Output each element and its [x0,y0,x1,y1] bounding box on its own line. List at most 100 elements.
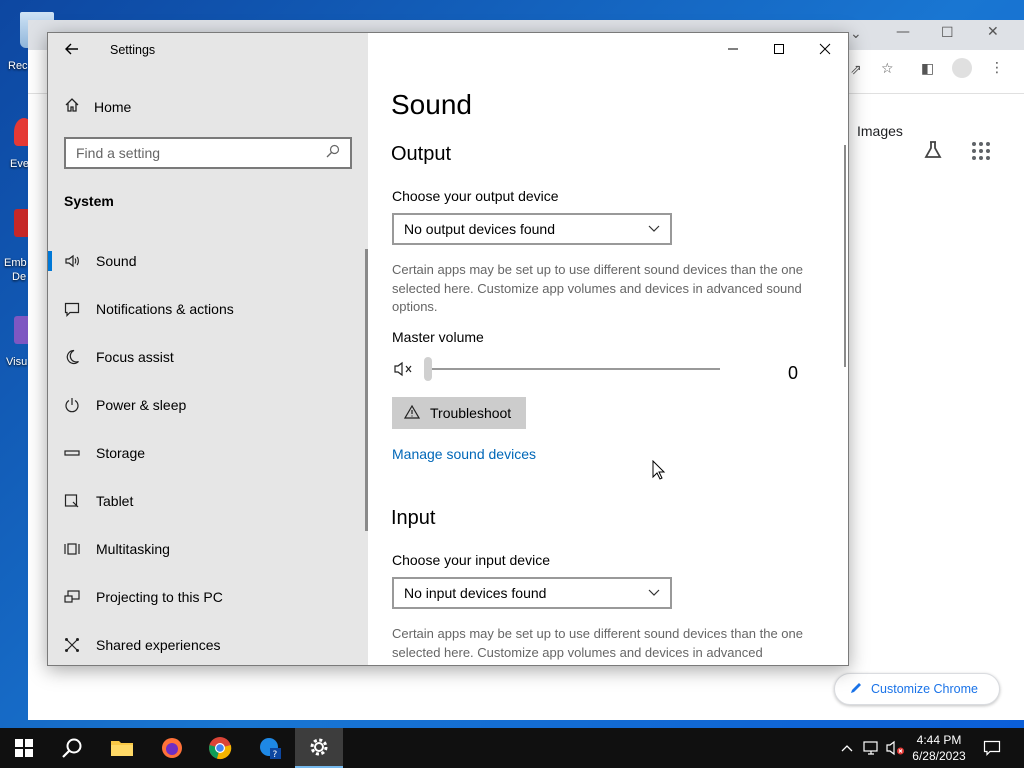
labs-flask-icon[interactable] [923,140,943,165]
input-heading: Input [391,507,436,529]
search-button[interactable] [48,728,96,768]
side-panel-icon[interactable]: ◧ [921,61,934,77]
file-explorer-button[interactable] [98,728,146,768]
firefox-icon [162,738,182,758]
taskbar: ? 4:44 PM 6/28/2023 [0,728,1024,768]
sidebar-item-label: Sound [96,253,137,269]
volume-value: 0 [788,363,799,383]
home-icon [64,97,80,116]
action-center-icon[interactable] [980,728,1004,768]
maximize-button[interactable] [756,33,802,65]
windows-logo-icon [15,739,33,757]
taskbar-clock[interactable]: 4:44 PM 6/28/2023 [904,732,974,764]
shared-experiences-icon [64,637,80,653]
power-icon [64,397,80,413]
customize-chrome-button[interactable]: Customize Chrome [834,673,1000,705]
folder-icon [111,741,133,756]
firefox-button[interactable] [148,728,196,768]
google-apps-icon[interactable] [972,142,990,160]
settings-taskbar-button[interactable] [295,728,343,768]
chrome-button[interactable] [196,728,244,768]
profile-avatar-icon[interactable] [952,58,972,78]
network-icon[interactable] [860,728,882,768]
sidebar-item-notifications[interactable]: Notifications & actions [48,285,368,333]
volume-slider-thumb[interactable] [424,357,432,381]
help-app-button[interactable]: ? [246,728,294,768]
show-hidden-icons-chevron-up-icon[interactable] [838,728,856,768]
settings-nav-list: Sound Notifications & actions Focus assi… [48,237,368,665]
desktop-icon-label: Emb [4,257,27,269]
tab-search-icon[interactable]: ⌄ [850,26,862,42]
maximize-icon[interactable]: ☐ [941,25,954,41]
sidebar-item-sound[interactable]: Sound [48,237,368,285]
troubleshoot-button[interactable]: Troubleshoot [392,397,526,429]
main-scrollbar[interactable] [844,145,846,367]
sidebar-item-tablet[interactable]: Tablet [48,477,368,525]
search-icon [62,738,82,758]
window-title: Settings [110,43,156,57]
sidebar-item-label: Storage [96,445,146,461]
search-icon[interactable] [326,144,340,163]
sidebar-item-focus-assist[interactable]: Focus assist [48,333,368,381]
settings-sidebar: Settings Home System Sound [48,33,368,665]
page-title: Sound [391,89,472,120]
start-button[interactable] [0,728,48,768]
settings-window: Settings Home System Sound [47,32,849,666]
desktop-icon-label: Visu [6,356,28,368]
close-icon[interactable]: ✕ [987,24,999,40]
troubleshoot-label: Troubleshoot [430,405,512,421]
notification-icon [64,301,80,317]
customize-chrome-label: Customize Chrome [871,682,978,696]
sidebar-item-storage[interactable]: Storage [48,429,368,477]
output-device-label: Choose your output device [392,188,559,204]
sidebar-item-shared-experiences[interactable]: Shared experiences [48,621,368,665]
home-nav-item[interactable]: Home [64,97,131,116]
speaker-icon [64,253,80,269]
share-icon[interactable]: ⇗ [850,62,862,78]
minimize-icon[interactable]: — [896,24,910,40]
sidebar-item-projecting[interactable]: Projecting to this PC [48,573,368,621]
help-icon: ? [260,738,281,760]
sidebar-item-label: Multitasking [96,541,170,557]
input-device-value: No input devices found [404,585,547,601]
master-volume-label: Master volume [392,329,484,345]
images-link[interactable]: Images [857,123,903,139]
mouse-cursor-icon [652,460,666,480]
find-setting-search-box[interactable] [64,137,352,169]
chrome-icon [209,737,232,760]
sound-page: Sound Output Choose your output device N… [368,33,848,665]
pencil-icon [849,681,863,698]
close-button[interactable] [802,33,848,65]
input-device-label: Choose your input device [392,552,550,568]
manage-sound-devices-link[interactable]: Manage sound devices [392,446,536,462]
master-volume-slider[interactable] [424,357,720,381]
input-device-dropdown[interactable]: No input devices found [392,577,672,609]
find-setting-input[interactable] [76,145,326,161]
bookmark-star-icon[interactable]: ☆ [881,61,894,77]
sidebar-item-label: Notifications & actions [96,301,234,317]
projecting-icon [64,589,80,605]
desktop-icon-label: Rec [8,60,28,72]
minimize-button[interactable] [710,33,756,65]
sidebar-item-label: Focus assist [96,349,174,365]
output-device-value: No output devices found [404,221,555,237]
tablet-icon [64,493,80,509]
chevron-down-icon [648,586,660,600]
maximize-icon [774,44,784,54]
svg-text:?: ? [273,750,278,760]
volume-mute-icon[interactable] [394,361,414,381]
menu-kebab-icon[interactable]: ⋮ [990,60,1004,76]
desktop-icon-label: Eve [10,158,29,170]
output-device-dropdown[interactable]: No output devices found [392,213,672,245]
input-help-text: Certain apps may be set up to use differ… [392,626,803,660]
sidebar-item-power-sleep[interactable]: Power & sleep [48,381,368,429]
back-arrow-icon[interactable] [64,41,82,59]
output-heading: Output [391,143,452,165]
minimize-icon [728,48,738,50]
close-icon [819,43,831,55]
sidebar-item-multitasking[interactable]: Multitasking [48,525,368,573]
desktop-icon-label: De [12,271,27,283]
chevron-down-icon [648,222,660,236]
output-help-text: Certain apps may be set up to use differ… [392,262,803,314]
gear-icon [310,738,328,756]
